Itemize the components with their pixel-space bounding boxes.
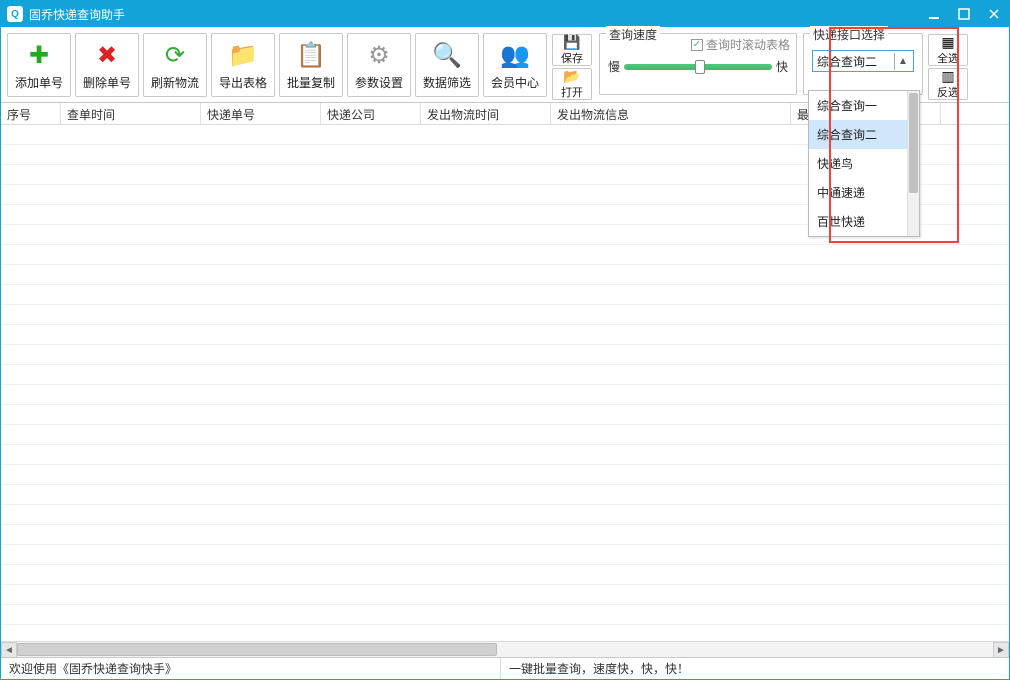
table-row[interactable] (1, 585, 1009, 605)
status-tip: 一键批量查询，速度快，快，快！ (501, 658, 1009, 679)
delete-icon: ✖ (91, 40, 123, 72)
window-title: 固乔快递查询助手 (29, 6, 919, 23)
table-row[interactable] (1, 485, 1009, 505)
folder-export-icon: 📁 (227, 40, 259, 72)
add-order-button[interactable]: ✚添加单号 (7, 33, 71, 97)
select-tools: ▦全选 ▥反选 (927, 33, 969, 101)
scroll-left-icon[interactable]: ◄ (1, 642, 17, 657)
file-tools: 💾保存 📂打开 (551, 33, 593, 101)
table-row[interactable] (1, 525, 1009, 545)
batch-copy-button[interactable]: 📋批量复制 (279, 33, 343, 97)
save-button[interactable]: 💾保存 (552, 34, 592, 66)
col-dispatch-info[interactable]: 发出物流信息 (551, 103, 791, 124)
col-tracking-no[interactable]: 快递单号 (201, 103, 321, 124)
scrollbar-thumb[interactable] (909, 93, 918, 193)
table-row[interactable] (1, 405, 1009, 425)
checkbox-icon: ✓ (691, 39, 703, 51)
scroll-thumb[interactable] (17, 643, 497, 656)
table-row[interactable] (1, 325, 1009, 345)
horizontal-scrollbar[interactable]: ◄ ► (1, 641, 1009, 657)
dropdown-item[interactable]: 快递鸟 (809, 149, 919, 178)
interface-select-group: 快递接口选择 综合查询二 ▲ 综合查询一 综合查询二 快递鸟 中通速递 百世快递 (803, 33, 923, 95)
speed-fast-label: 快 (776, 58, 788, 75)
table-row[interactable] (1, 305, 1009, 325)
member-button[interactable]: 👥会员中心 (483, 33, 547, 97)
titlebar: Q 固乔快递查询助手 (1, 1, 1009, 27)
open-icon: 📂 (562, 68, 582, 84)
table-row[interactable] (1, 385, 1009, 405)
minimize-button[interactable] (919, 1, 949, 27)
invert-icon: ▥ (938, 68, 958, 84)
users-icon: 👥 (499, 40, 531, 72)
dropdown-item[interactable]: 综合查询一 (809, 91, 919, 120)
table-row[interactable] (1, 245, 1009, 265)
open-button[interactable]: 📂打开 (552, 68, 592, 100)
refresh-icon: ⟳ (159, 40, 191, 72)
col-dispatch-time[interactable]: 发出物流时间 (421, 103, 551, 124)
speed-legend: 查询速度 (606, 26, 660, 43)
settings-button[interactable]: ⚙参数设置 (347, 33, 411, 97)
table-row[interactable] (1, 345, 1009, 365)
interface-legend: 快递接口选择 (810, 26, 888, 43)
invert-select-button[interactable]: ▥反选 (928, 68, 968, 100)
speed-slow-label: 慢 (608, 58, 620, 75)
toolbar: ✚添加单号 ✖删除单号 ⟳刷新物流 📁导出表格 📋批量复制 ⚙参数设置 🔍数据筛… (1, 27, 1009, 103)
scroll-track[interactable] (17, 642, 993, 657)
select-all-button[interactable]: ▦全选 (928, 34, 968, 66)
scroll-right-icon[interactable]: ► (993, 642, 1009, 657)
dropdown-item[interactable]: 中通速递 (809, 178, 919, 207)
app-window: Q 固乔快递查询助手 ✚添加单号 ✖删除单号 ⟳刷新物流 📁导出表格 📋批量复制… (0, 0, 1010, 680)
combobox-value: 综合查询二 (817, 53, 895, 70)
dropdown-item[interactable]: 百世快递 (809, 207, 919, 236)
table-row[interactable] (1, 365, 1009, 385)
statusbar: 欢迎使用《固乔快递查询快手》 一键批量查询，速度快，快，快！ (1, 657, 1009, 679)
window-controls (919, 1, 1009, 27)
table-row[interactable] (1, 445, 1009, 465)
plus-icon: ✚ (23, 40, 55, 72)
table-row[interactable] (1, 425, 1009, 445)
dropdown-scrollbar[interactable] (907, 91, 919, 236)
slider-thumb[interactable] (695, 60, 705, 74)
save-icon: 💾 (562, 34, 582, 50)
table-row[interactable] (1, 465, 1009, 485)
dropdown-item[interactable]: 综合查询二 (809, 120, 919, 149)
filter-button[interactable]: 🔍数据筛选 (415, 33, 479, 97)
search-folder-icon: 🔍 (431, 40, 463, 72)
maximize-button[interactable] (949, 1, 979, 27)
interface-dropdown: 综合查询一 综合查询二 快递鸟 中通速递 百世快递 (808, 90, 920, 237)
table-row[interactable] (1, 265, 1009, 285)
table-row[interactable] (1, 545, 1009, 565)
copy-icon: 📋 (295, 40, 327, 72)
table-row[interactable] (1, 285, 1009, 305)
speed-slider[interactable] (624, 64, 772, 70)
table-row[interactable] (1, 565, 1009, 585)
refresh-button[interactable]: ⟳刷新物流 (143, 33, 207, 97)
col-query-time[interactable]: 查单时间 (61, 103, 201, 124)
table-row[interactable] (1, 625, 1009, 641)
close-button[interactable] (979, 1, 1009, 27)
col-index[interactable]: 序号 (1, 103, 61, 124)
table-row[interactable] (1, 505, 1009, 525)
delete-order-button[interactable]: ✖删除单号 (75, 33, 139, 97)
table-row[interactable] (1, 605, 1009, 625)
query-speed-group: 查询速度 ✓查询时滚动表格 慢 快 (599, 33, 797, 95)
gear-icon: ⚙ (363, 40, 395, 72)
status-welcome: 欢迎使用《固乔快递查询快手》 (1, 658, 501, 679)
col-carrier[interactable]: 快递公司 (321, 103, 421, 124)
interface-combobox[interactable]: 综合查询二 ▲ (812, 50, 914, 72)
app-icon: Q (7, 6, 23, 22)
export-button[interactable]: 📁导出表格 (211, 33, 275, 97)
select-all-icon: ▦ (938, 34, 958, 50)
scroll-on-query-checkbox[interactable]: ✓查询时滚动表格 (691, 36, 790, 53)
chevron-up-icon: ▲ (895, 56, 911, 67)
